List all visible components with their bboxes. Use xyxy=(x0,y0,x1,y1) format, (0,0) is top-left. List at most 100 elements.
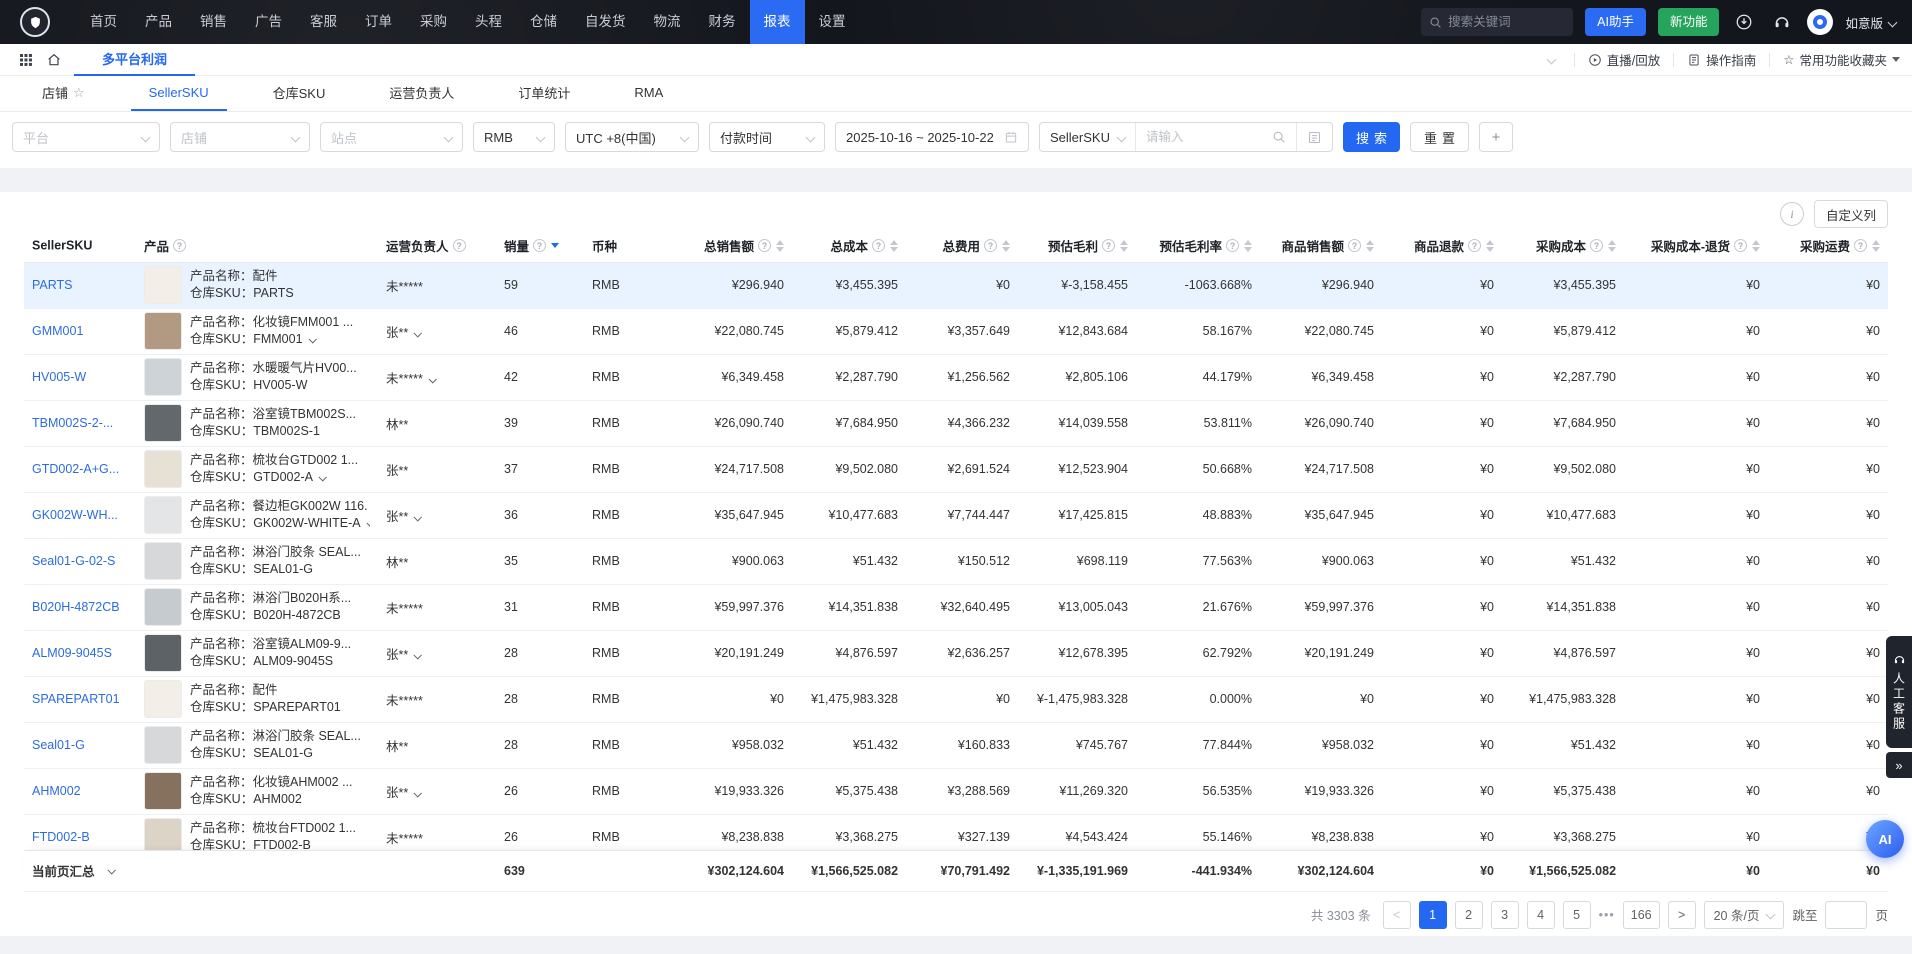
nav-item-self-delivery[interactable]: 自发货 xyxy=(571,0,640,44)
sku-link[interactable]: Seal01-G-02-S xyxy=(32,554,115,568)
nav-item-reports[interactable]: 报表 xyxy=(750,0,805,44)
help-icon[interactable]: ? xyxy=(872,239,885,252)
page-button-3[interactable]: 3 xyxy=(1491,901,1519,929)
table-scroll-area[interactable]: SellerSKU产品?运营负责人?销量?币种总销售额?总成本?总费用?预估毛利… xyxy=(24,230,1888,850)
product-thumbnail[interactable] xyxy=(144,450,182,488)
new-features-button[interactable]: 新功能 xyxy=(1658,8,1720,36)
help-icon[interactable]: ? xyxy=(1854,239,1867,252)
currency-select[interactable]: RMB xyxy=(473,122,555,152)
nav-item-customer-service[interactable]: 客服 xyxy=(296,0,351,44)
nav-item-product[interactable]: 产品 xyxy=(131,0,186,44)
global-search-input[interactable] xyxy=(1448,15,1560,29)
search-button[interactable]: 搜索 xyxy=(1343,122,1400,152)
sorter-icon[interactable] xyxy=(1608,240,1616,252)
avatar[interactable] xyxy=(1807,9,1833,35)
sorter-icon[interactable] xyxy=(1244,240,1252,252)
product-thumbnail[interactable] xyxy=(144,588,182,626)
warehouse-sku-chevron-icon[interactable] xyxy=(308,335,316,343)
nav-item-ads[interactable]: 广告 xyxy=(241,0,296,44)
sku-link[interactable]: GTD002-A+G... xyxy=(32,462,119,476)
nav-item-orders[interactable]: 订单 xyxy=(351,0,406,44)
sorter-icon-active[interactable] xyxy=(551,243,559,248)
sku-link[interactable]: AHM002 xyxy=(32,784,81,798)
sorter-icon[interactable] xyxy=(1752,240,1760,252)
nav-item-purchase[interactable]: 采购 xyxy=(406,0,461,44)
nav-item-home[interactable]: 首页 xyxy=(76,0,131,44)
subtab-seller-sku[interactable]: SellerSKU xyxy=(131,76,227,111)
live-replay-link[interactable]: 直播/回放 xyxy=(1588,50,1660,69)
help-icon[interactable]: ? xyxy=(173,239,186,252)
sorter-icon[interactable] xyxy=(1872,240,1880,252)
product-thumbnail[interactable] xyxy=(144,312,182,350)
page-button-1[interactable]: 1 xyxy=(1419,901,1447,929)
help-icon[interactable]: ? xyxy=(1468,239,1481,252)
summary-chevron-icon[interactable] xyxy=(107,866,115,874)
favorite-star-icon[interactable]: ☆ xyxy=(73,85,85,101)
prev-page-button[interactable]: < xyxy=(1383,901,1411,929)
app-logo[interactable] xyxy=(20,7,50,37)
sku-link[interactable]: TBM002S-2-... xyxy=(32,416,113,430)
next-page-button[interactable]: > xyxy=(1668,901,1696,929)
customer-service-tab[interactable]: 人工客服 xyxy=(1886,636,1912,748)
sku-link[interactable]: HV005-W xyxy=(32,370,86,384)
product-thumbnail[interactable] xyxy=(144,634,182,672)
sku-link[interactable]: ALM09-9045S xyxy=(32,646,112,660)
time-type-select[interactable]: 付款时间 xyxy=(709,122,825,152)
page-button-166[interactable]: 166 xyxy=(1623,901,1660,929)
date-range-picker[interactable]: 2025-10-16 ~ 2025-10-22 xyxy=(835,122,1029,152)
sku-link[interactable]: B020H-4872CB xyxy=(32,600,120,614)
subtab-rma[interactable]: RMA xyxy=(616,76,681,111)
page-button-4[interactable]: 4 xyxy=(1527,901,1555,929)
pagination-ellipsis[interactable]: ••• xyxy=(1599,908,1615,922)
sku-link[interactable]: GK002W-WH... xyxy=(32,508,118,522)
product-thumbnail[interactable] xyxy=(144,726,182,764)
customize-columns-button[interactable]: 自定义列 xyxy=(1814,200,1888,228)
warehouse-sku-chevron-icon[interactable] xyxy=(366,519,370,527)
sorter-icon[interactable] xyxy=(1120,240,1128,252)
help-icon[interactable]: ? xyxy=(1734,239,1747,252)
collapse-chevron-icon[interactable] xyxy=(1546,55,1556,65)
home-icon[interactable] xyxy=(40,46,68,74)
product-thumbnail[interactable] xyxy=(144,496,182,534)
keyword-input[interactable] xyxy=(1146,130,1264,144)
sorter-icon[interactable] xyxy=(1486,240,1494,252)
jump-page-input[interactable] xyxy=(1825,901,1867,929)
sku-link[interactable]: Seal01-G xyxy=(32,738,85,752)
operator-chevron-icon[interactable] xyxy=(414,651,422,659)
product-thumbnail[interactable] xyxy=(144,358,182,396)
favorites-menu[interactable]: ☆ 常用功能收藏夹 xyxy=(1783,50,1900,69)
sku-link[interactable]: FTD002-B xyxy=(32,830,90,844)
nav-item-sales[interactable]: 销售 xyxy=(186,0,241,44)
product-thumbnail[interactable] xyxy=(144,772,182,810)
page-size-select[interactable]: 20 条/页 xyxy=(1704,901,1785,929)
product-thumbnail[interactable] xyxy=(144,680,182,718)
search-type-select[interactable]: SellerSKU xyxy=(1040,123,1135,151)
info-icon[interactable]: i xyxy=(1780,202,1804,226)
nav-item-settings[interactable]: 设置 xyxy=(805,0,860,44)
sorter-icon[interactable] xyxy=(776,240,784,252)
download-icon[interactable] xyxy=(1731,9,1757,35)
sorter-icon[interactable] xyxy=(1366,240,1374,252)
subtab-warehouse-sku[interactable]: 仓库SKU xyxy=(255,76,344,111)
collapse-sidebar-button[interactable]: » xyxy=(1886,752,1912,778)
version-switcher[interactable]: 如意版 xyxy=(1845,13,1896,32)
product-thumbnail[interactable] xyxy=(144,404,182,442)
apps-grid-icon[interactable] xyxy=(12,46,40,74)
subtab-order-stats[interactable]: 订单统计 xyxy=(500,76,588,111)
platform-select[interactable]: 平台 xyxy=(12,122,160,152)
batch-input-icon[interactable] xyxy=(1296,123,1332,151)
subtab-operator[interactable]: 运营负责人 xyxy=(371,76,472,111)
nav-item-logistics[interactable]: 物流 xyxy=(640,0,695,44)
help-icon[interactable]: ? xyxy=(1226,239,1239,252)
help-icon[interactable]: ? xyxy=(1348,239,1361,252)
product-thumbnail[interactable] xyxy=(144,266,182,304)
page-button-5[interactable]: 5 xyxy=(1563,901,1591,929)
sku-link[interactable]: SPAREPART01 xyxy=(32,692,120,706)
sorter-icon[interactable] xyxy=(890,240,898,252)
nav-item-warehouse[interactable]: 仓储 xyxy=(516,0,571,44)
product-thumbnail[interactable] xyxy=(144,542,182,580)
ai-assistant-button[interactable]: AI助手 xyxy=(1585,8,1646,36)
nav-item-finance[interactable]: 财务 xyxy=(695,0,750,44)
reset-button[interactable]: 重置 xyxy=(1410,122,1469,152)
product-thumbnail[interactable] xyxy=(144,818,182,850)
